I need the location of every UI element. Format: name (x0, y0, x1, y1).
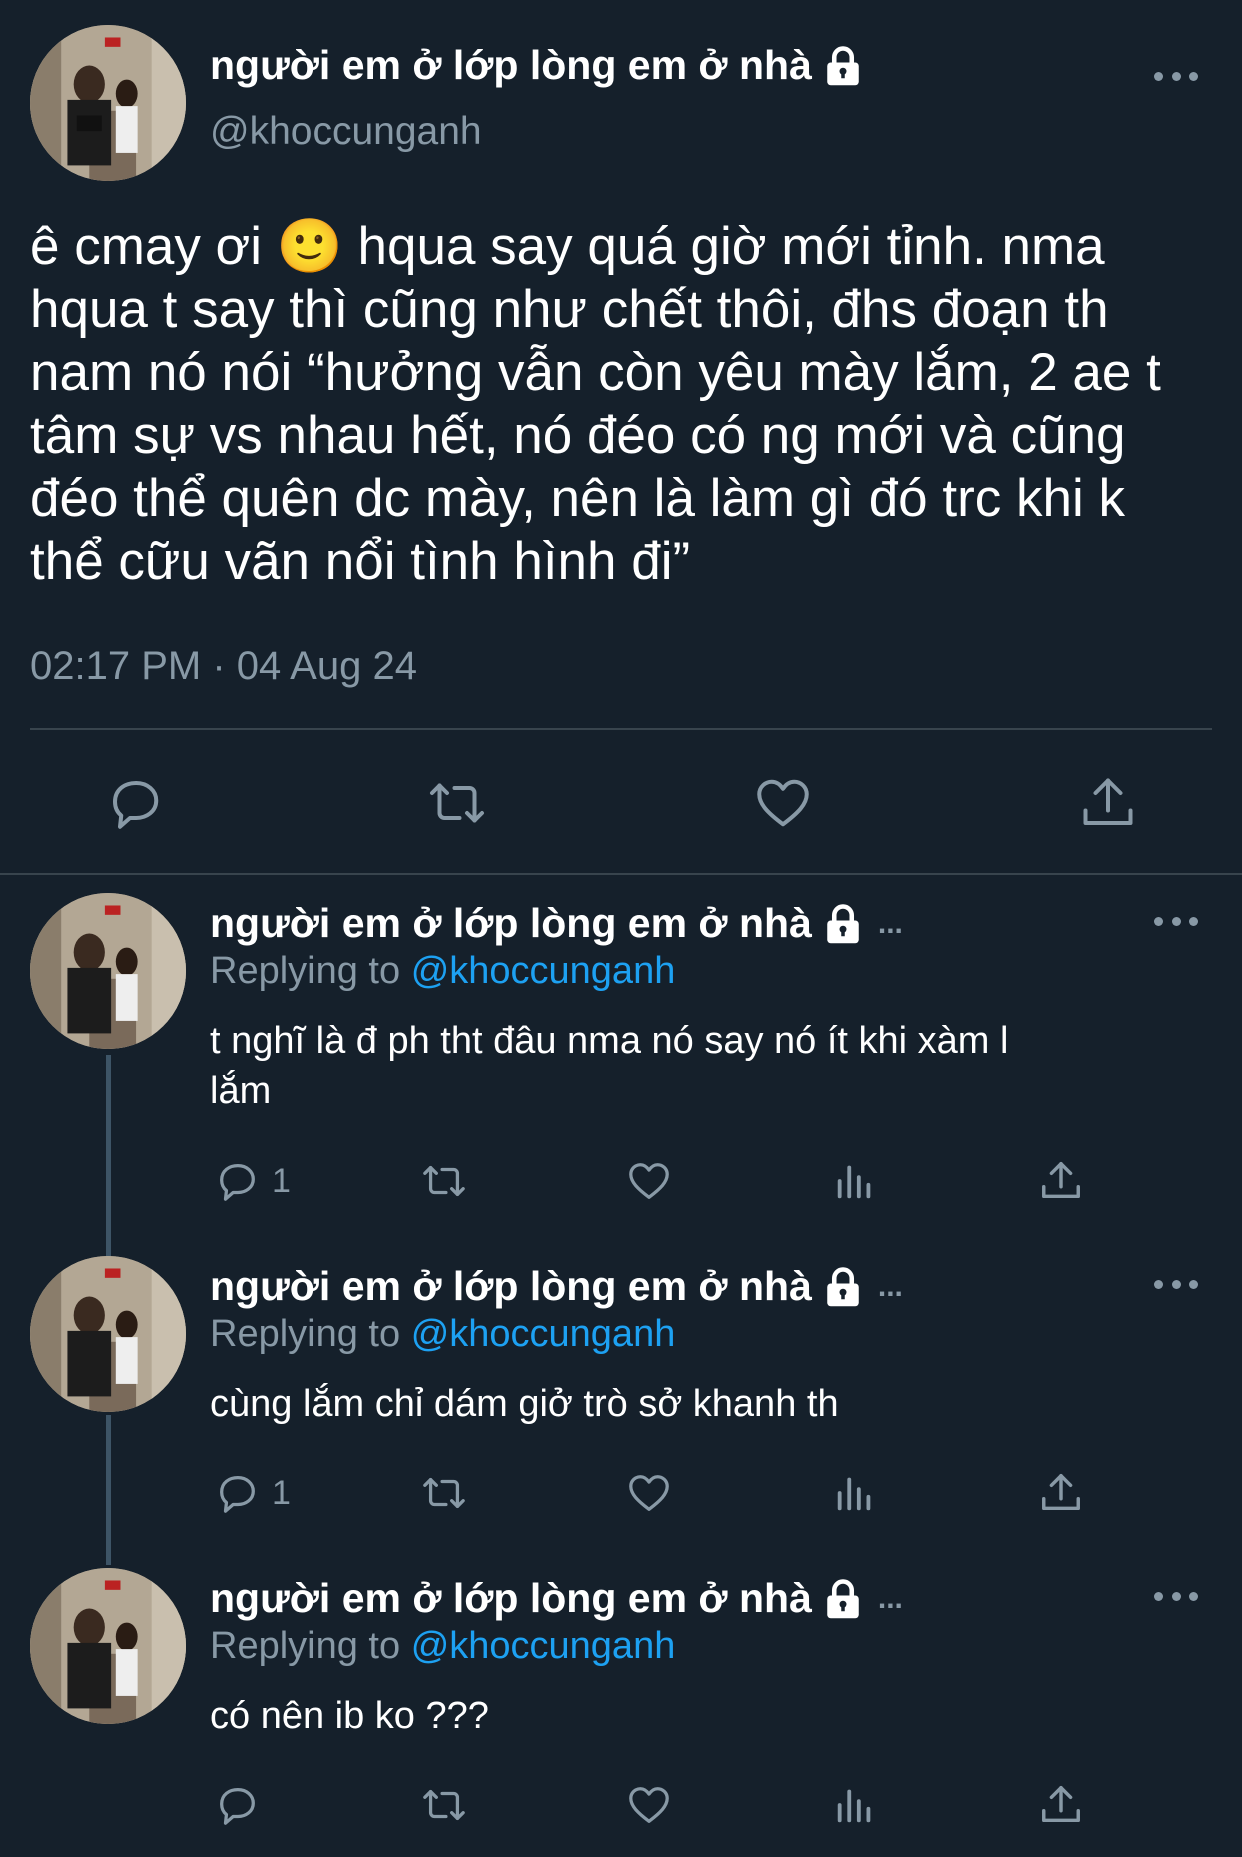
analytics-icon[interactable] (832, 1158, 878, 1204)
share-icon[interactable] (1038, 1158, 1084, 1204)
more-icon[interactable] (1154, 911, 1198, 931)
more-icon[interactable] (1154, 1586, 1198, 1606)
section-divider (0, 873, 1242, 875)
reply-text: t nghĩ là đ ph tht đâu nma nó say nó ít … (210, 1016, 1220, 1116)
tweet-line: ê cmay ơi 🙂 hqua say quá giờ mới tỉnh. n… (30, 217, 1105, 276)
avatar-image (30, 893, 186, 1049)
reply-line: t nghĩ là đ ph tht đâu nma nó say nó ít … (210, 1020, 1009, 1062)
tweet-line: đéo thể quên dc mày, nên là làm gì đó tr… (30, 469, 1125, 528)
mention-link[interactable]: @khoccunganh (411, 1625, 676, 1667)
share-icon[interactable] (1038, 1782, 1084, 1828)
display-name-text: người em ở lớp lòng em ở nhà (210, 1575, 812, 1621)
reply-line: cùng lắm chỉ dám giở trò sở khanh th (210, 1383, 839, 1425)
replying-to: Replying to @khoccunganh (210, 1313, 675, 1356)
heart-icon[interactable] (752, 773, 814, 833)
lock-icon (827, 1266, 859, 1306)
avatar[interactable] (30, 1568, 186, 1724)
replying-to: Replying to @khoccunganh (210, 1625, 675, 1668)
retweet-icon[interactable] (418, 1782, 470, 1828)
analytics-icon[interactable] (832, 1470, 878, 1516)
replying-to: Replying to @khoccunganh (210, 950, 675, 993)
retweet-icon[interactable] (418, 1470, 470, 1516)
display-name[interactable]: người em ở lớp lòng em ở nhà ... (210, 1263, 903, 1310)
reply-count: 1 (272, 1162, 291, 1200)
analytics-icon[interactable] (832, 1782, 878, 1828)
lock-icon (827, 1578, 859, 1618)
reply-line: có nên ib ko ??? (210, 1695, 489, 1737)
avatar[interactable] (30, 893, 186, 1049)
tweet-text: ê cmay ơi 🙂 hqua say quá giờ mới tỉnh. n… (30, 215, 1230, 593)
reply-icon[interactable] (213, 1782, 261, 1828)
reply-text: có nên ib ko ??? (210, 1691, 1220, 1741)
thread-line (106, 1055, 111, 1265)
avatar-image (30, 1568, 186, 1724)
display-name-text: người em ở lớp lòng em ở nhà (210, 900, 812, 946)
lock-icon (827, 903, 859, 943)
display-name[interactable]: người em ở lớp lòng em ở nhà (210, 42, 864, 89)
avatar[interactable] (30, 1256, 186, 1412)
reply-icon[interactable] (105, 773, 165, 833)
reply-icon[interactable] (213, 1470, 261, 1516)
name-truncation: ... (877, 1269, 903, 1303)
display-name[interactable]: người em ở lớp lòng em ở nhà ... (210, 900, 903, 947)
handle[interactable]: @khoccunganh (210, 110, 482, 154)
thread-line (106, 1415, 111, 1565)
mention-link[interactable]: @khoccunganh (411, 950, 676, 992)
tweet-line: hqua t say thì cũng như chết thôi, đhs đ… (30, 280, 1109, 339)
divider (30, 728, 1212, 730)
share-icon[interactable] (1038, 1470, 1084, 1516)
avatar-image (30, 25, 186, 181)
avatar[interactable] (30, 25, 186, 181)
replying-to-label: Replying to (210, 1625, 401, 1667)
heart-icon[interactable] (625, 1470, 673, 1516)
name-truncation: ... (877, 906, 903, 940)
name-truncation: ... (877, 1581, 903, 1615)
retweet-icon[interactable] (418, 1158, 470, 1204)
display-name[interactable]: người em ở lớp lòng em ở nhà ... (210, 1575, 903, 1622)
reply-icon[interactable] (213, 1158, 261, 1204)
mention-link[interactable]: @khoccunganh (411, 1313, 676, 1355)
reply-text: cùng lắm chỉ dám giở trò sở khanh th (210, 1379, 1220, 1429)
replying-to-label: Replying to (210, 1313, 401, 1355)
reply-line: lắm (210, 1070, 272, 1112)
heart-icon[interactable] (625, 1158, 673, 1204)
tweet-line: thể cữu vãn nổi tình hình đi” (30, 532, 691, 591)
tweet-line: nam nó nói “hưởng vẫn còn yêu mày lắm, 2… (30, 343, 1161, 402)
heart-icon[interactable] (625, 1782, 673, 1828)
lock-icon (827, 45, 859, 85)
timestamp[interactable]: 02:17 PM · 04 Aug 24 (30, 644, 417, 689)
more-icon[interactable] (1154, 66, 1198, 86)
reply-count: 1 (272, 1474, 291, 1512)
share-icon[interactable] (1078, 773, 1138, 833)
replying-to-label: Replying to (210, 950, 401, 992)
display-name-text: người em ở lớp lòng em ở nhà (210, 42, 812, 88)
tweet-line: tâm sự vs nhau hết, nó đéo có ng mới và … (30, 406, 1126, 465)
display-name-text: người em ở lớp lòng em ở nhà (210, 1263, 812, 1309)
avatar-image (30, 1256, 186, 1412)
more-icon[interactable] (1154, 1274, 1198, 1294)
retweet-icon[interactable] (425, 773, 489, 833)
